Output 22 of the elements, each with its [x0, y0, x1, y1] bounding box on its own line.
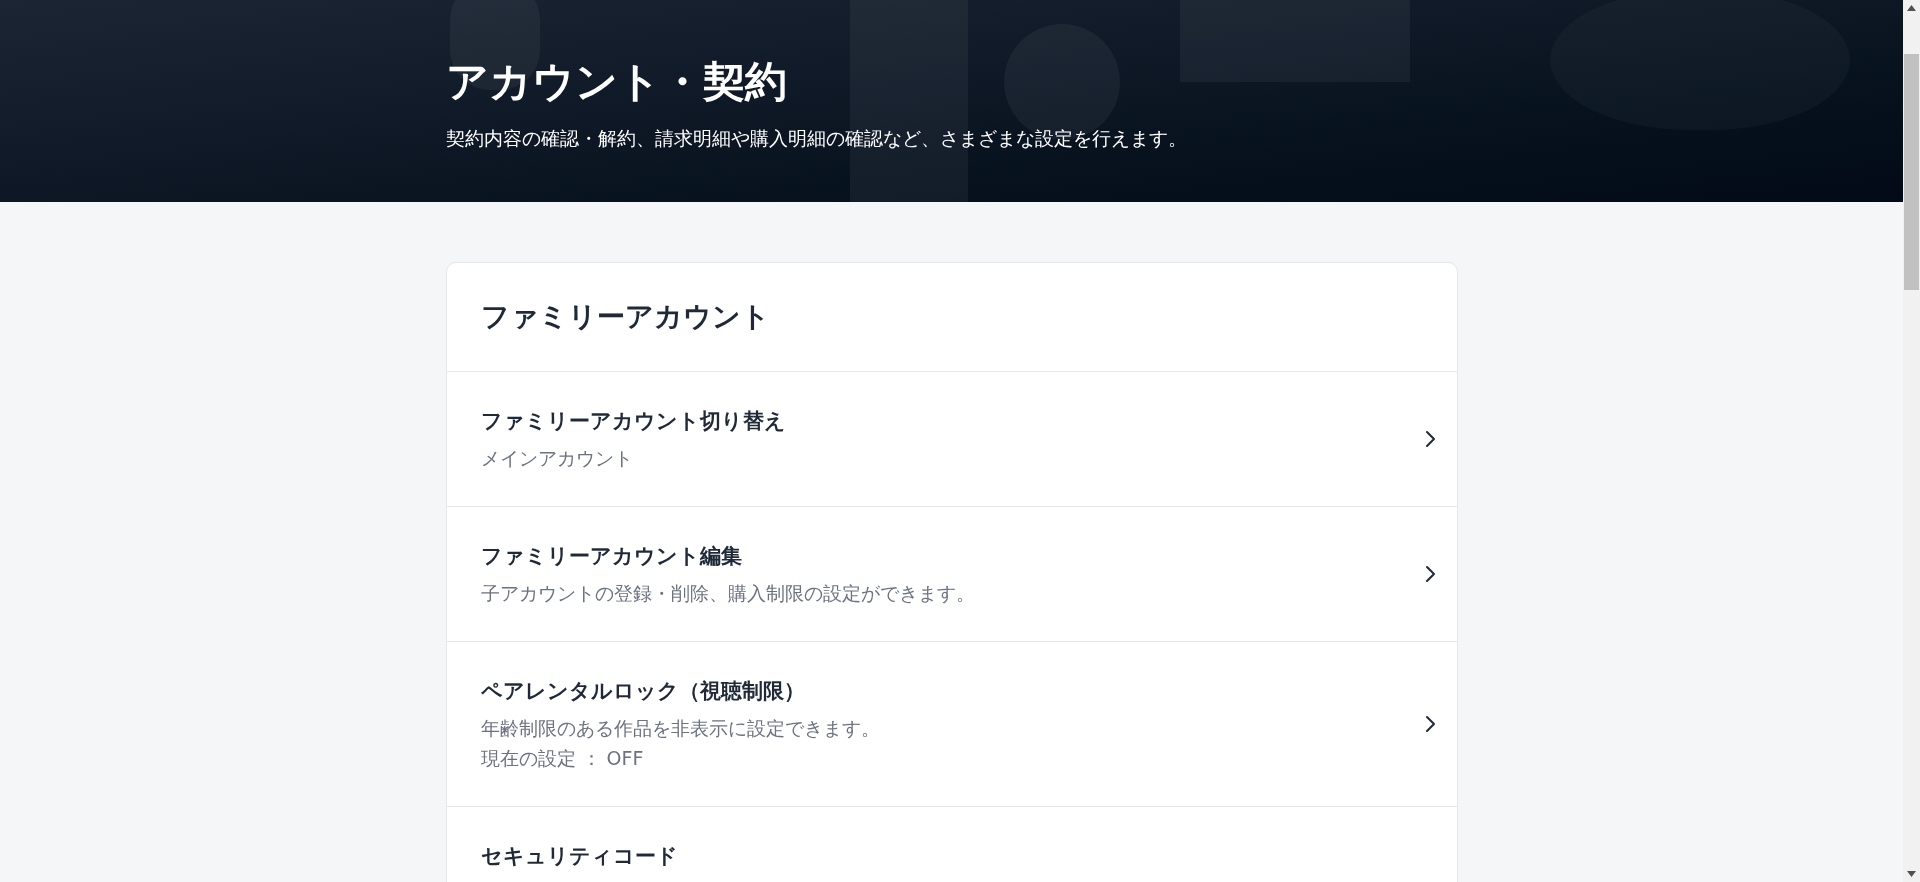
row-description: 現在の設定 ： OFF	[480, 746, 645, 771]
settings-row[interactable]: ファミリーアカウント切り替え メインアカウント	[446, 372, 1457, 507]
card-title: ファミリーアカウント	[480, 299, 770, 335]
row-title: ファミリーアカウント編集	[480, 543, 743, 570]
row-title: セキュリティコード	[480, 843, 678, 870]
row-description: 年齢制限のある作品を非表示に設定できます。	[480, 716, 880, 741]
scrollbar[interactable]	[1903, 0, 1920, 882]
chevron-right-icon	[1424, 565, 1437, 583]
scrollbar-thumb[interactable]	[1904, 54, 1919, 290]
chevron-right-icon	[1424, 715, 1437, 733]
page-subtitle: 契約内容の確認・解約、請求明細や購入明細の確認など、さまざまな設定を行えます。	[445, 126, 1188, 151]
page-title: アカウント・契約	[445, 56, 788, 108]
row-description: 子アカウントの登録・削除、購入制限の設定ができます。	[480, 581, 975, 606]
row-title: ペアレンタルロック（視聴制限）	[480, 678, 806, 705]
chevron-right-icon	[1424, 430, 1437, 448]
row-description: メインアカウント	[480, 446, 634, 471]
settings-row[interactable]: ペアレンタルロック（視聴制限） 年齢制限のある作品を非表示に設定できます。 現在の設定 ： OFF	[446, 642, 1457, 807]
scroll-up-icon[interactable]	[1907, 5, 1916, 11]
settings-row[interactable]: セキュリティコード	[446, 807, 1457, 882]
settings-row[interactable]: ファミリーアカウント編集 子アカウントの登録・削除、購入制限の設定ができます。	[446, 507, 1457, 642]
row-title: ファミリーアカウント切り替え	[480, 408, 786, 435]
scroll-down-icon[interactable]	[1907, 871, 1916, 877]
